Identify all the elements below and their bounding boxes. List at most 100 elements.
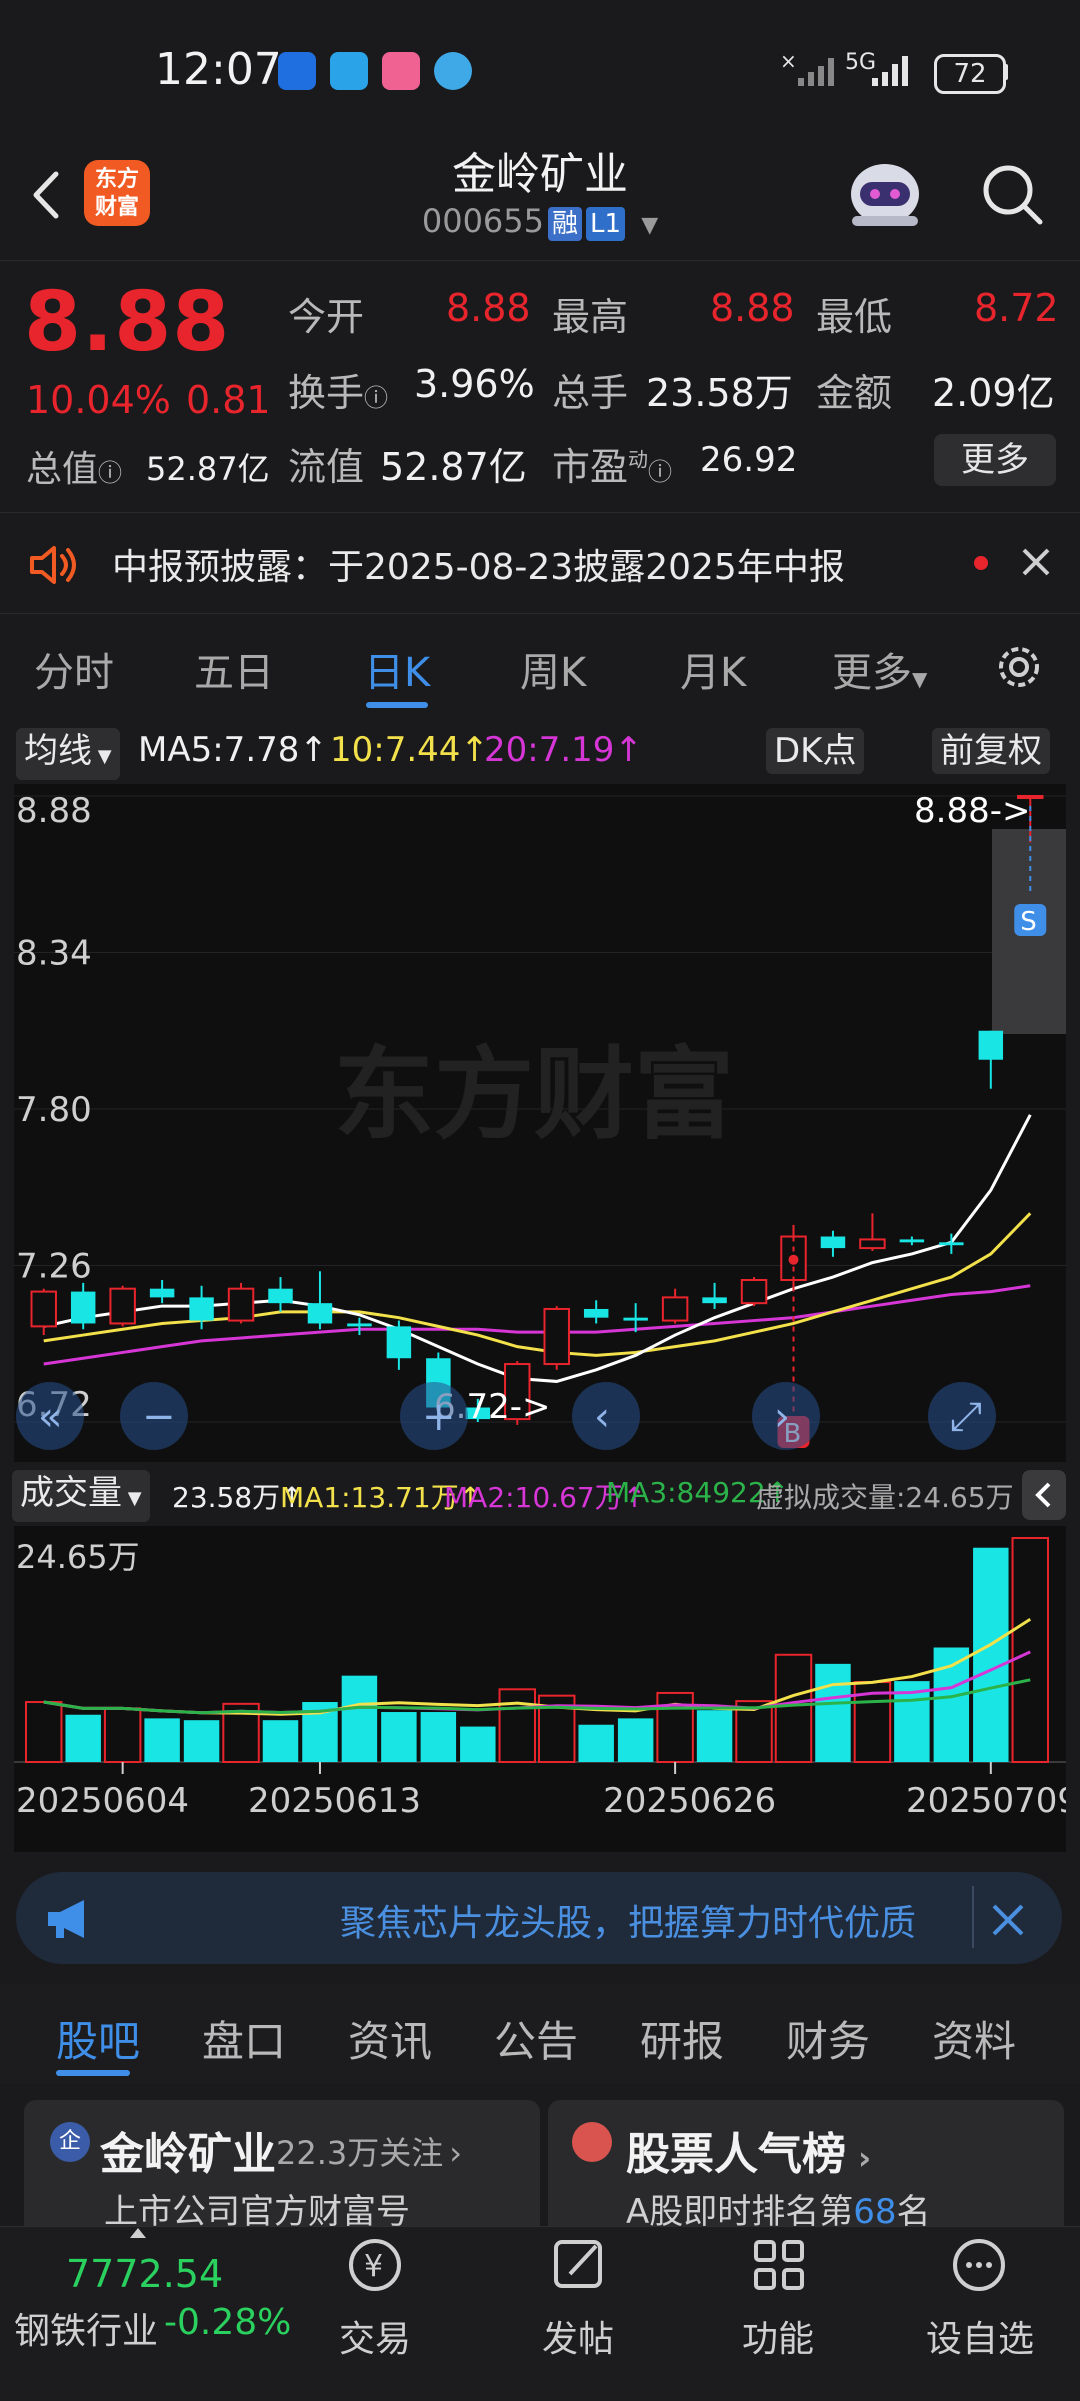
- volume-bar[interactable]: [144, 1718, 180, 1762]
- industry-change[interactable]: -0.28%: [164, 2302, 291, 2343]
- tab-monthly-k[interactable]: 月K: [680, 640, 746, 698]
- tab-five-day[interactable]: 五日: [194, 640, 274, 698]
- tab-announcements[interactable]: 公告: [494, 2008, 578, 2069]
- open-value: 8.88: [446, 286, 531, 330]
- candle-body[interactable]: [978, 1030, 1004, 1060]
- volume-bar[interactable]: [341, 1675, 378, 1762]
- collapse-panel-button[interactable]: [1022, 1470, 1066, 1520]
- candle-body[interactable]: [899, 1239, 925, 1243]
- candle-body[interactable]: [30, 1290, 57, 1328]
- tab-intraday[interactable]: 分时: [34, 640, 114, 698]
- volume-bar[interactable]: [774, 1653, 813, 1764]
- y-axis-tick-label: 7.80: [16, 1090, 92, 1130]
- candle-body[interactable]: [702, 1297, 727, 1304]
- tab-order-book[interactable]: 盘口: [202, 2008, 286, 2069]
- volume-chart[interactable]: 24.65万 20250604 20250613 20250626 20250709: [14, 1526, 1066, 1852]
- candle-body[interactable]: [386, 1326, 412, 1359]
- more-quote-button[interactable]: 更多: [934, 434, 1056, 486]
- search-icon[interactable]: [978, 160, 1048, 230]
- dk-point-selector[interactable]: DK点: [766, 728, 865, 774]
- pe-label[interactable]: 市盈动ⓘ: [552, 436, 672, 491]
- adjust-selector[interactable]: 前复权: [932, 728, 1050, 774]
- candle-body[interactable]: [820, 1236, 846, 1249]
- candle-body[interactable]: [109, 1287, 136, 1325]
- candle-body[interactable]: [70, 1291, 96, 1324]
- indicator-selector[interactable]: 均线 ▼: [16, 728, 120, 780]
- tab-more[interactable]: 更多▼: [832, 640, 927, 698]
- volume-bar[interactable]: [420, 1712, 457, 1762]
- tab-profile[interactable]: 资料: [932, 2008, 1016, 2069]
- volume-bar[interactable]: [65, 1714, 101, 1762]
- volume-bar[interactable]: [183, 1720, 220, 1762]
- zoom-in-icon: +: [422, 1394, 456, 1440]
- x-axis-date-label: 20250613: [248, 1781, 421, 1821]
- nav-add-watchlist[interactable]: 设自选: [900, 2310, 1060, 2362]
- tab-weekly-k[interactable]: 周K: [520, 640, 586, 698]
- tab-news[interactable]: 资讯: [348, 2008, 432, 2069]
- candle-body[interactable]: [661, 1296, 689, 1322]
- volume-bar[interactable]: [1011, 1537, 1049, 1763]
- market-cap-label[interactable]: 总值ⓘ: [26, 440, 122, 492]
- volume-indicator-selector[interactable]: 成交量 ▼: [12, 1470, 150, 1522]
- candle-body[interactable]: [543, 1307, 570, 1366]
- volume-label: 总手: [552, 371, 629, 415]
- high-price-label: 8.88->: [914, 791, 1030, 831]
- wifi-off-icon: ×: [780, 50, 834, 86]
- turnover-label[interactable]: 换手ⓘ: [288, 362, 388, 417]
- close-icon[interactable]: [1016, 540, 1056, 586]
- volume-bar[interactable]: [262, 1720, 299, 1762]
- candle-body[interactable]: [149, 1288, 175, 1298]
- compose-post-icon[interactable]: [544, 2230, 614, 2300]
- volume-bar[interactable]: [578, 1724, 614, 1762]
- candle-body[interactable]: [189, 1297, 214, 1321]
- zoom-out-icon: −: [142, 1394, 176, 1440]
- close-icon[interactable]: [986, 1898, 1030, 1942]
- volume-bar[interactable]: [381, 1712, 417, 1762]
- candle-body[interactable]: [347, 1323, 372, 1327]
- volume-bar[interactable]: [973, 1547, 1009, 1762]
- chevron-right-icon: ›: [449, 2134, 463, 2172]
- notice-text[interactable]: 中报预披露：于2025-08-23披露2025年中报: [112, 538, 845, 590]
- dropdown-caret-icon: ▼: [122, 1488, 142, 1509]
- candle-body[interactable]: [227, 1287, 255, 1322]
- tab-daily-k[interactable]: 日K: [364, 640, 430, 698]
- volume-bar[interactable]: [460, 1726, 496, 1762]
- tab-financials[interactable]: 财务: [786, 2008, 870, 2069]
- pe-value: 26.92: [700, 440, 798, 480]
- nav-trade[interactable]: 交易: [295, 2310, 455, 2362]
- industry-index-value[interactable]: 7772.54: [66, 2252, 223, 2296]
- candle-body[interactable]: [939, 1242, 964, 1246]
- functions-grid-icon[interactable]: [744, 2230, 814, 2300]
- nav-post[interactable]: 发帖: [498, 2310, 658, 2362]
- y-axis-tick-label: 7.26: [16, 1247, 92, 1287]
- ma5-value: MA5:7.78↑: [138, 730, 328, 770]
- tab-guba[interactable]: 股吧: [56, 2008, 140, 2069]
- candle-body[interactable]: [307, 1303, 333, 1324]
- level-tag: L1: [586, 207, 626, 241]
- candlestick-chart[interactable]: 东方财富 8.888.347.807.266.728.88->6.72->SB …: [14, 784, 1066, 1462]
- chevron-left-icon: [1035, 1482, 1051, 1508]
- gear-icon[interactable]: [990, 638, 1048, 696]
- company-account-title: 金岭矿业: [100, 2129, 276, 2180]
- volume-bar[interactable]: [498, 1688, 536, 1763]
- candle-body[interactable]: [623, 1317, 648, 1321]
- volume-bar[interactable]: [103, 1707, 142, 1763]
- trade-icon[interactable]: ¥: [340, 2230, 410, 2300]
- unread-dot: [974, 556, 988, 570]
- tab-research[interactable]: 研报: [640, 2008, 724, 2069]
- candle-body[interactable]: [268, 1288, 293, 1304]
- volume-bar[interactable]: [696, 1710, 733, 1762]
- add-watchlist-icon[interactable]: [944, 2230, 1014, 2300]
- volume-bar[interactable]: [815, 1663, 851, 1762]
- volume-bar[interactable]: [25, 1701, 63, 1763]
- low-value: 8.72: [974, 286, 1059, 330]
- candle-body[interactable]: [583, 1308, 609, 1318]
- candle-body[interactable]: [740, 1278, 768, 1305]
- candle-body[interactable]: [859, 1238, 886, 1250]
- nav-functions[interactable]: 功能: [698, 2310, 858, 2362]
- assistant-robot-icon[interactable]: [842, 154, 928, 234]
- industry-name[interactable]: 钢铁行业: [14, 2302, 158, 2354]
- dropdown-caret-icon: ▼: [92, 746, 112, 767]
- volume-bar[interactable]: [617, 1718, 654, 1762]
- promo-banner-text[interactable]: 聚焦芯片龙头股，把握算力时代优质: [340, 1894, 916, 1946]
